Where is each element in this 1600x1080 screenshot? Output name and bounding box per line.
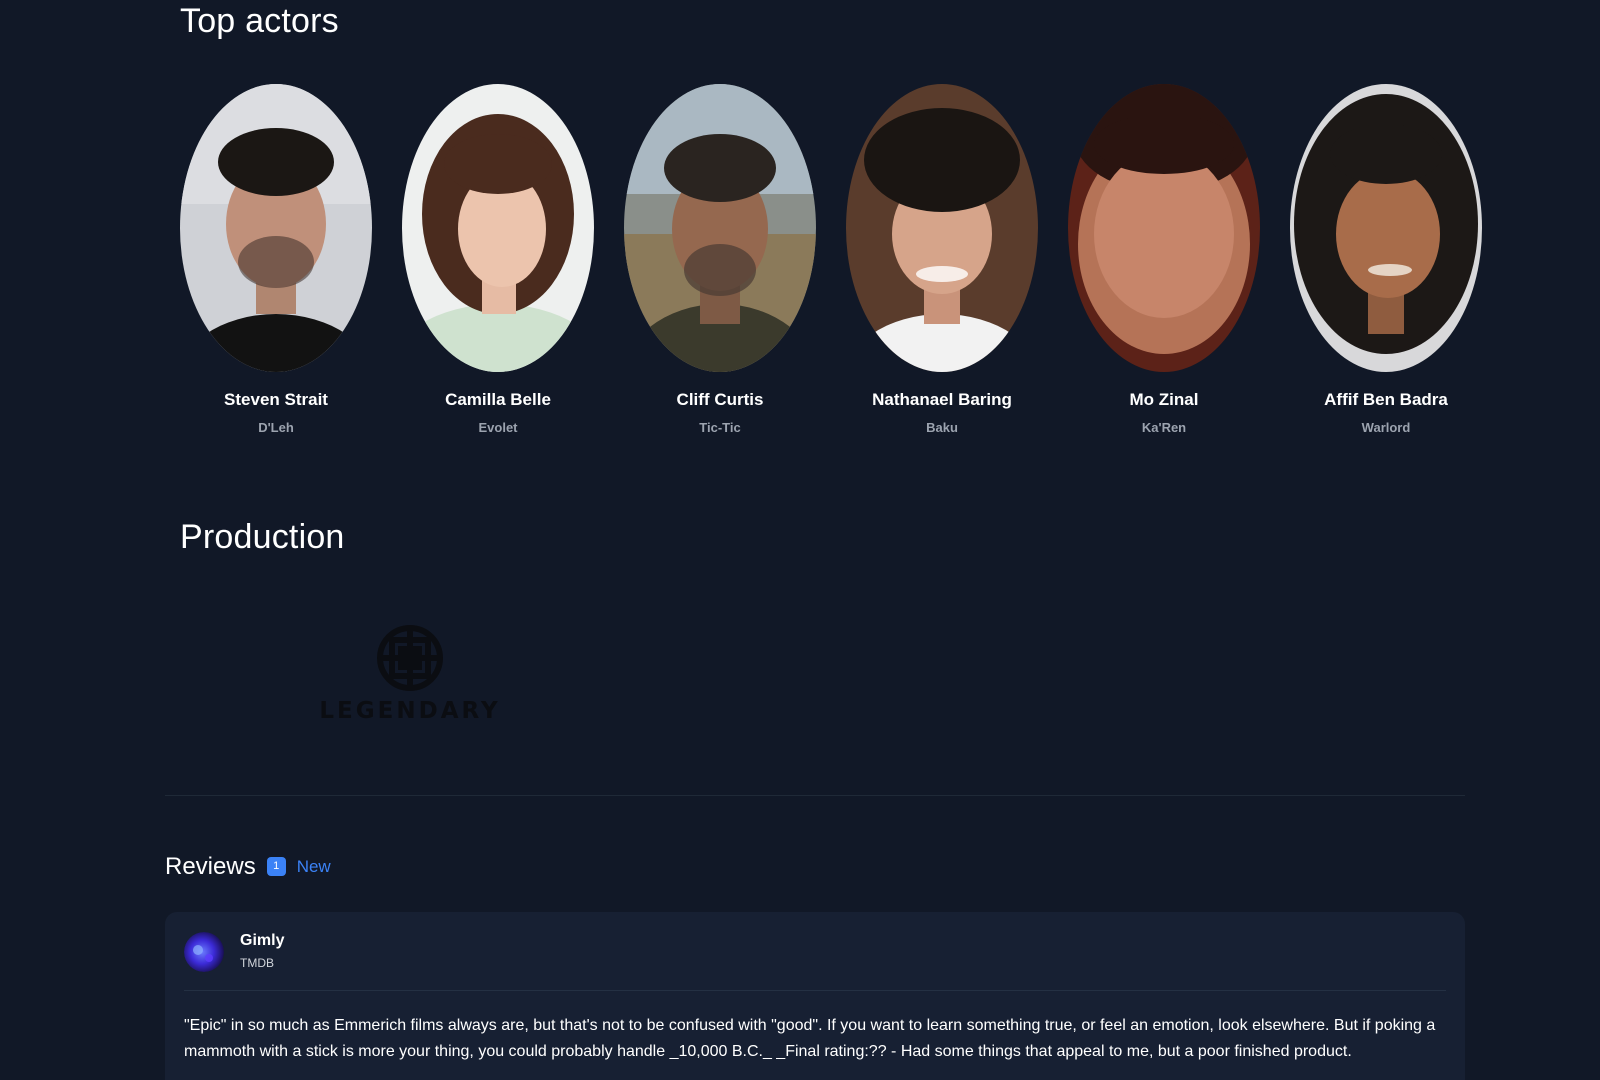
actor-name: Affif Ben Badra	[1324, 390, 1448, 409]
actor-portrait	[624, 84, 816, 372]
actor-character: Tic-Tic	[699, 420, 741, 435]
reviews-heading: Reviews	[165, 853, 256, 880]
top-actors-heading: Top actors	[180, 2, 339, 40]
actor-name: Cliff Curtis	[676, 390, 764, 409]
actors-list: Steven Strait D'Leh Camilla Belle Evolet	[180, 84, 1482, 435]
actor-character: Warlord	[1361, 420, 1411, 435]
avatar[interactable]	[184, 932, 224, 972]
actor-card[interactable]: Steven Strait D'Leh	[180, 84, 372, 435]
reviews-header: Reviews 1 New	[165, 853, 331, 881]
actor-portrait	[180, 84, 372, 372]
section-divider	[165, 795, 1465, 796]
actor-card[interactable]: Cliff Curtis Tic-Tic	[624, 84, 816, 435]
reviews-count-badge: 1	[266, 856, 286, 876]
review-divider	[184, 990, 1446, 991]
actor-card[interactable]: Nathanael Baring Baku	[846, 84, 1038, 435]
production-company-logo[interactable]: LEGENDARY	[305, 622, 515, 728]
production-heading: Production	[180, 518, 345, 556]
movie-details-page: Top actors Steven Strait D'Leh Camilla B…	[0, 0, 1600, 1080]
actor-card[interactable]: Affif Ben Badra Warlord	[1290, 84, 1482, 435]
actor-name: Camilla Belle	[445, 390, 551, 409]
actor-portrait	[846, 84, 1038, 372]
review-card: Gimly TMDB "Epic" in so much as Emmerich…	[165, 912, 1465, 1080]
new-review-link[interactable]: New	[297, 857, 331, 877]
actor-card[interactable]: Mo Zinal Ka'Ren	[1068, 84, 1260, 435]
review-author[interactable]: Gimly	[240, 932, 284, 950]
review-body: "Epic" in so much as Emmerich films alwa…	[184, 1017, 1436, 1060]
actor-character: Baku	[926, 420, 958, 435]
legendary-knot-logo	[377, 625, 443, 691]
actor-name: Mo Zinal	[1129, 390, 1199, 409]
actor-character: Evolet	[478, 420, 518, 435]
actor-card[interactable]: Camilla Belle Evolet	[402, 84, 594, 435]
actor-portrait	[1290, 84, 1482, 372]
review-source: TMDB	[240, 956, 274, 970]
actor-portrait	[1068, 84, 1260, 372]
actor-name: Nathanael Baring	[872, 390, 1012, 409]
actor-character: D'Leh	[258, 420, 294, 435]
production-company-name: LEGENDARY	[319, 698, 501, 724]
actor-name: Steven Strait	[224, 390, 328, 409]
actor-portrait	[402, 84, 594, 372]
actor-character: Ka'Ren	[1141, 420, 1187, 435]
